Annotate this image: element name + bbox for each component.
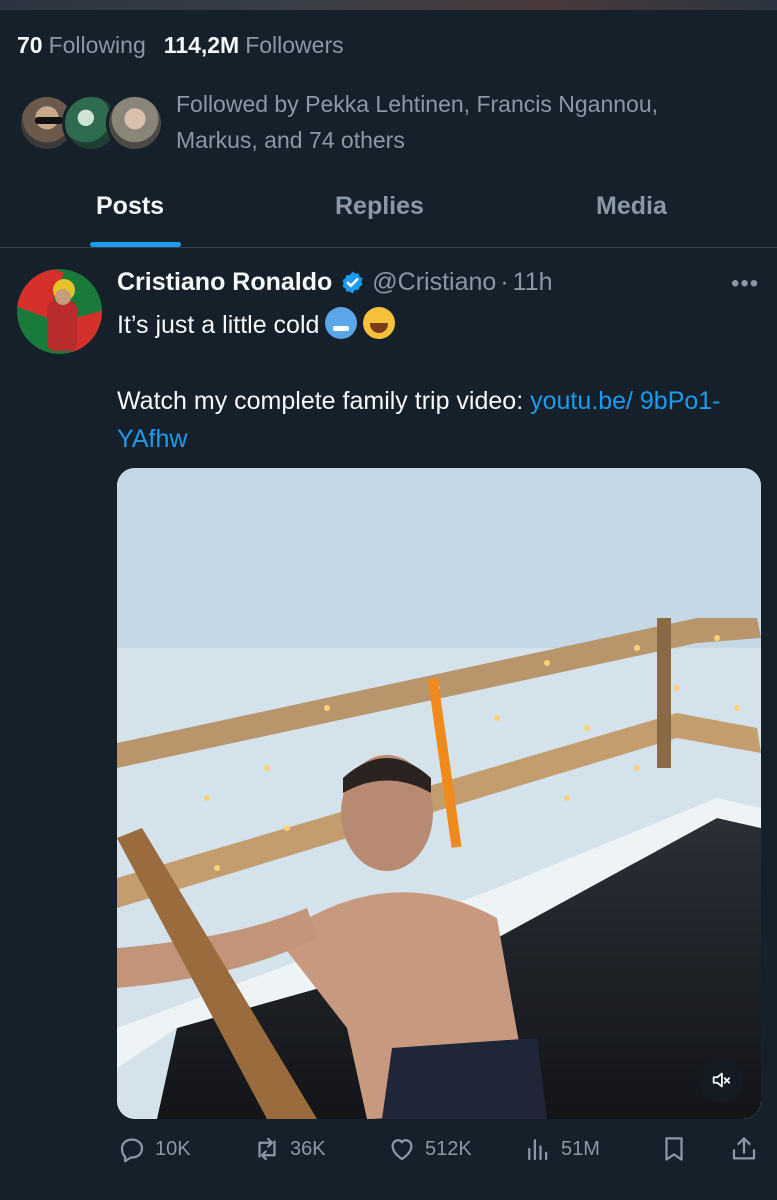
followers-count: 114,2M (163, 32, 240, 58)
view-count: 51M (561, 1137, 600, 1160)
avatar (106, 94, 164, 152)
mute-button[interactable] (699, 1058, 743, 1102)
post-author-avatar[interactable] (17, 269, 102, 354)
post-author-name[interactable]: Cristiano Ronaldo (117, 268, 332, 297)
followed-by-row[interactable]: Followed by Pekka Lehtinen, Francis Ngan… (18, 86, 726, 158)
post-text-line1: It’s just a little cold (117, 311, 320, 339)
tab-posts[interactable]: Posts (96, 192, 164, 221)
tears-of-joy-emoji-icon (363, 307, 396, 339)
tab-media[interactable]: Media (596, 192, 667, 221)
verified-badge-icon (342, 271, 363, 294)
following-count: 70 (17, 32, 43, 58)
followers-link[interactable]: 114,2M Followers (164, 32, 344, 59)
post-text-line: It’s just a little cold (117, 306, 747, 344)
share-button[interactable] (729, 1134, 767, 1164)
separator-dot: · (500, 268, 509, 296)
more-options-icon[interactable]: ••• (731, 270, 759, 298)
post-actions: 10K 36K 512K 51M (0, 1128, 777, 1174)
bookmark-icon (665, 1137, 683, 1161)
like-count: 512K (425, 1137, 472, 1160)
tab-replies[interactable]: Replies (335, 192, 424, 221)
follow-stats: 70 Following 114,2M Followers (17, 32, 344, 59)
following-label: Following (48, 32, 146, 58)
post-text-line: Watch my complete family trip video: you… (117, 382, 747, 458)
repost-count: 36K (290, 1137, 326, 1160)
views-button[interactable]: 51M (523, 1134, 600, 1164)
heart-icon (391, 1139, 413, 1161)
active-tab-indicator (90, 242, 181, 247)
post-text-line2: Watch my complete family trip video: (117, 387, 524, 415)
top-status-strip (0, 0, 777, 10)
followed-by-avatars (18, 94, 168, 158)
profile-tabs: Posts Replies Media (0, 178, 777, 248)
post-header: Cristiano Ronaldo @Cristiano · 11h (117, 268, 553, 297)
followers-label: Followers (245, 32, 344, 58)
reply-count: 10K (155, 1137, 191, 1160)
repost-icon (258, 1137, 276, 1161)
speaker-muted-icon (712, 1072, 731, 1088)
bookmark-button[interactable] (659, 1134, 697, 1164)
like-button[interactable]: 512K (387, 1134, 472, 1164)
share-icon (732, 1137, 756, 1160)
repost-button[interactable]: 36K (252, 1134, 326, 1164)
post-timestamp[interactable]: 11h (513, 268, 553, 297)
following-link[interactable]: 70 Following (17, 32, 146, 59)
reply-icon (120, 1138, 144, 1163)
post-text: It’s just a little cold Watch my complet… (117, 306, 747, 458)
cold-face-emoji-icon (325, 307, 358, 339)
post-author-handle[interactable]: @Cristiano (372, 268, 496, 297)
video-frame (117, 468, 761, 1119)
reply-button[interactable]: 10K (117, 1134, 191, 1164)
views-chart-icon (528, 1139, 548, 1161)
followed-by-text: Followed by Pekka Lehtinen, Francis Ngan… (176, 91, 659, 153)
post-video[interactable] (117, 468, 761, 1119)
